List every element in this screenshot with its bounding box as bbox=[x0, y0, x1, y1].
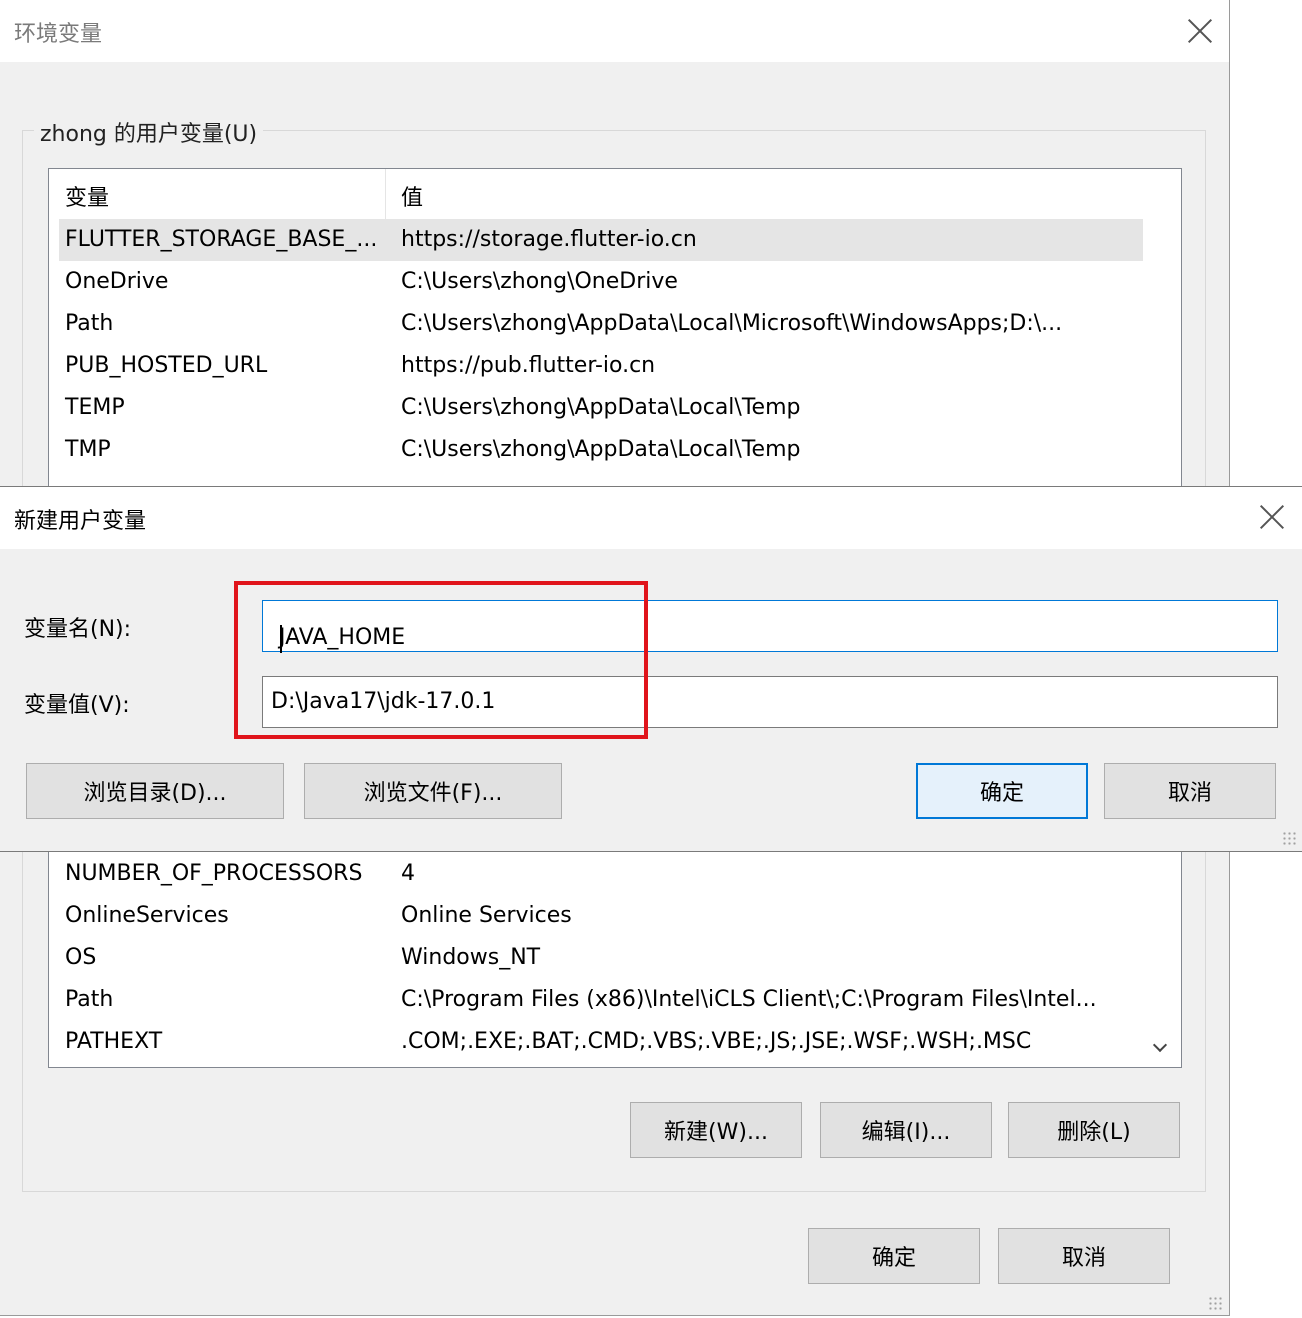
variable-name-input[interactable]: JAVA_HOME bbox=[262, 600, 1278, 653]
table-row[interactable]: TEMP C:\Users\zhong\AppData\Local\Temp bbox=[59, 387, 1143, 429]
delete-system-variable-button[interactable]: 删除(L) bbox=[1008, 1102, 1180, 1158]
edit-system-variable-button[interactable]: 编辑(I)... bbox=[820, 1102, 992, 1158]
variable-value: C:\Users\zhong\AppData\Local\Temp bbox=[401, 437, 801, 462]
variable-name: FLUTTER_STORAGE_BASE_... bbox=[65, 227, 378, 252]
table-row[interactable]: NUMBER_OF_PROCESSORS 4 bbox=[59, 853, 1143, 895]
column-header-variable[interactable]: 变量 bbox=[65, 180, 109, 212]
list-header: 变量 值 bbox=[59, 169, 1143, 220]
variable-value-text: D:\Java17\jdk-17.0.1 bbox=[271, 689, 496, 714]
table-row[interactable]: FLUTTER_STORAGE_BASE_... https://storage… bbox=[59, 219, 1143, 261]
close-icon[interactable] bbox=[1260, 505, 1284, 529]
table-row[interactable]: PUB_HOSTED_URL https://pub.flutter-io.cn bbox=[59, 345, 1143, 387]
variable-value: Windows_NT bbox=[401, 945, 541, 970]
table-row[interactable]: TMP C:\Users\zhong\AppData\Local\Temp bbox=[59, 429, 1143, 471]
user-variables-list[interactable]: 变量 值 FLUTTER_STORAGE_BASE_... https://st… bbox=[48, 168, 1182, 488]
variable-name-text: JAVA_HOME bbox=[279, 625, 406, 650]
variable-value: C:\Users\zhong\OneDrive bbox=[401, 269, 678, 294]
variable-name: OnlineServices bbox=[65, 903, 229, 928]
system-variables-list[interactable]: NUMBER_OF_PROCESSORS 4 OnlineServices On… bbox=[48, 840, 1182, 1068]
variable-name: OS bbox=[65, 945, 97, 970]
table-row[interactable]: Path C:\Program Files (x86)\Intel\iCLS C… bbox=[59, 979, 1143, 1021]
table-row[interactable]: OneDrive C:\Users\zhong\OneDrive bbox=[59, 261, 1143, 303]
variable-name-label: 变量名(N): bbox=[24, 617, 132, 642]
browse-file-button[interactable]: 浏览文件(F)... bbox=[304, 763, 562, 819]
table-row[interactable]: OnlineServices Online Services bbox=[59, 895, 1143, 937]
env-dialog-titlebar: 环境变量 bbox=[0, 0, 1229, 62]
variable-value: C:\Program Files (x86)\Intel\iCLS Client… bbox=[401, 987, 1097, 1012]
variable-name: NUMBER_OF_PROCESSORS bbox=[65, 861, 363, 886]
table-row[interactable]: OS Windows_NT bbox=[59, 937, 1143, 979]
table-row[interactable]: Path C:\Users\zhong\AppData\Local\Micros… bbox=[59, 303, 1143, 345]
variable-name: PUB_HOSTED_URL bbox=[65, 353, 268, 378]
variable-value: .COM;.EXE;.BAT;.CMD;.VBS;.VBE;.JS;.JSE;.… bbox=[401, 1029, 1032, 1054]
close-icon[interactable] bbox=[1188, 19, 1212, 43]
new-system-variable-button[interactable]: 新建(W)... bbox=[630, 1102, 802, 1158]
resize-grip-icon[interactable] bbox=[1282, 831, 1296, 845]
new-var-ok-button[interactable]: 确定 bbox=[916, 763, 1088, 819]
new-var-dialog-titlebar: 新建用户变量 bbox=[0, 487, 1302, 549]
variable-value: C:\Users\zhong\AppData\Local\Temp bbox=[401, 395, 801, 420]
variable-name: PATHEXT bbox=[65, 1029, 163, 1054]
variable-value: https://storage.flutter-io.cn bbox=[401, 227, 697, 252]
new-var-dialog-title: 新建用户变量 bbox=[14, 509, 147, 534]
variable-value: https://pub.flutter-io.cn bbox=[401, 353, 656, 378]
variable-value: C:\Users\zhong\AppData\Local\Microsoft\W… bbox=[401, 311, 1063, 336]
resize-grip-icon[interactable] bbox=[1208, 1296, 1222, 1310]
env-cancel-button[interactable]: 取消 bbox=[998, 1228, 1170, 1284]
variable-name: OneDrive bbox=[65, 269, 169, 294]
variable-value-input[interactable]: D:\Java17\jdk-17.0.1 bbox=[262, 676, 1278, 728]
new-user-variable-dialog: 新建用户变量 变量名(N): JAVA_HOME 变量值(V): D:\Java… bbox=[0, 486, 1302, 852]
variable-name: Path bbox=[65, 987, 114, 1012]
variable-name: Path bbox=[65, 311, 114, 336]
env-ok-button[interactable]: 确定 bbox=[808, 1228, 980, 1284]
user-variables-label: zhong 的用户变量(U) bbox=[34, 116, 264, 148]
column-divider[interactable] bbox=[385, 169, 386, 219]
variable-value-label: 变量值(V): bbox=[24, 693, 130, 718]
text-caret bbox=[280, 625, 282, 653]
table-row[interactable]: PATHEXT .COM;.EXE;.BAT;.CMD;.VBS;.VBE;.J… bbox=[59, 1021, 1143, 1063]
variable-value: Online Services bbox=[401, 903, 572, 928]
variable-value: 4 bbox=[401, 861, 415, 886]
scroll-down-arrow-icon[interactable] bbox=[1152, 1040, 1168, 1054]
new-var-cancel-button[interactable]: 取消 bbox=[1104, 763, 1276, 819]
browse-directory-button[interactable]: 浏览目录(D)... bbox=[26, 763, 284, 819]
env-dialog-title: 环境变量 bbox=[14, 22, 103, 47]
variable-name: TMP bbox=[65, 437, 111, 462]
variable-name: TEMP bbox=[65, 395, 125, 420]
column-header-value[interactable]: 值 bbox=[401, 180, 423, 212]
